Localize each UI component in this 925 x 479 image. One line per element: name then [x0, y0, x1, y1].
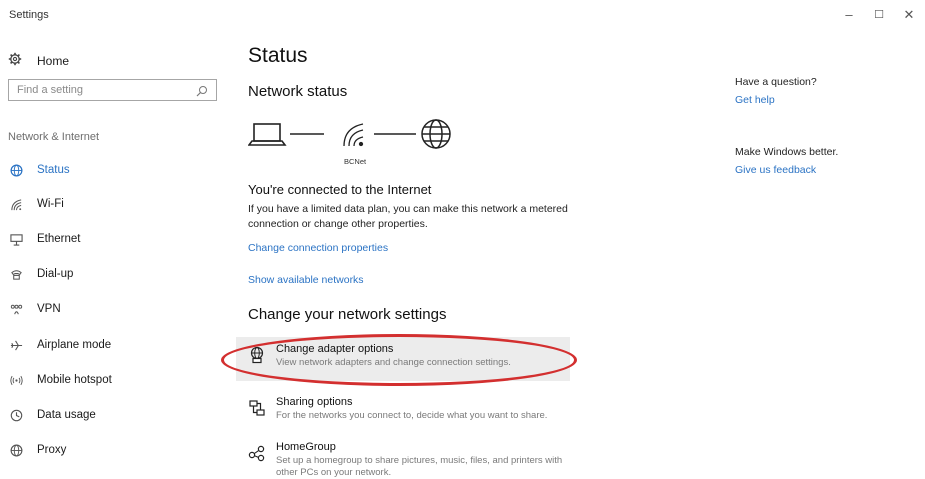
connection-status-description: If you have a limited data plan, you can…: [248, 203, 568, 230]
maximize-button[interactable]: ☐: [868, 6, 890, 24]
search-icon: [196, 84, 208, 97]
sidebar-item-wifi[interactable]: Wi-Fi: [8, 194, 64, 214]
close-button[interactable]: ✕: [898, 6, 920, 24]
wifi-icon: [8, 196, 24, 212]
dialup-icon: [8, 266, 24, 282]
option-title: HomeGroup: [276, 441, 336, 453]
change-settings-heading: Change your network settings: [248, 306, 447, 323]
connection-status-title: You're connected to the Internet: [248, 182, 432, 197]
wifi-icon: [343, 123, 364, 147]
make-windows-better-text: Make Windows better.: [735, 146, 839, 158]
show-available-networks-link[interactable]: Show available networks: [248, 274, 364, 286]
change-connection-properties-link[interactable]: Change connection properties: [248, 242, 388, 254]
sidebar-item-status[interactable]: Status: [8, 160, 70, 180]
sidebar-item-dialup[interactable]: Dial-up: [8, 264, 73, 284]
ethernet-icon: [8, 231, 24, 247]
globe-icon: [8, 442, 24, 458]
give-feedback-link[interactable]: Give us feedback: [735, 164, 816, 176]
sidebar-item-label: Airplane mode: [37, 339, 112, 351]
sidebar-item-label: Dial-up: [37, 268, 74, 280]
sidebar-item-ethernet[interactable]: Ethernet: [8, 229, 80, 249]
sidebar-item-label: Status: [37, 164, 70, 176]
globe-icon: [421, 119, 451, 149]
sidebar-item-vpn[interactable]: VPN: [8, 299, 61, 319]
sidebar-item-proxy[interactable]: Proxy: [8, 440, 66, 460]
sharing-icon: [248, 399, 268, 419]
home-nav-item[interactable]: Home: [8, 52, 69, 69]
get-help-link[interactable]: Get help: [735, 94, 775, 106]
app-title: Settings: [9, 9, 49, 21]
home-label: Home: [37, 53, 70, 68]
sidebar-item-label: Ethernet: [37, 233, 81, 245]
globe-icon: [8, 162, 24, 178]
airplane-icon: [8, 337, 24, 353]
sidebar-item-label: VPN: [37, 303, 61, 315]
sidebar-item-airplane-mode[interactable]: Airplane mode: [8, 335, 111, 355]
section-label: Network & Internet: [8, 131, 100, 143]
sidebar-item-label: Mobile hotspot: [37, 374, 112, 386]
sidebar-item-data-usage[interactable]: Data usage: [8, 405, 96, 425]
option-description: For the networks you connect to, decide …: [276, 410, 548, 421]
network-status-heading: Network status: [248, 83, 348, 100]
homegroup-icon: [248, 444, 268, 464]
vpn-icon: [8, 301, 24, 317]
page-title: Status: [248, 44, 308, 67]
hotspot-icon: [8, 372, 24, 388]
option-title: Change adapter options: [276, 343, 394, 355]
sidebar: Home Find a setting Network & Internet S…: [0, 30, 225, 477]
network-name: BCNet: [344, 157, 367, 166]
change-adapter-options-item[interactable]: Change adapter options View network adap…: [236, 337, 570, 381]
minimize-button[interactable]: –: [838, 6, 860, 24]
laptop-icon: [247, 123, 287, 146]
sharing-options-item[interactable]: Sharing options For the networks you con…: [236, 390, 570, 434]
data-usage-icon: [8, 407, 24, 423]
sidebar-item-label: Data usage: [37, 409, 96, 421]
search-placeholder: Find a setting: [17, 84, 84, 96]
option-description: Set up a homegroup to share pictures, mu…: [276, 455, 563, 478]
gear-icon: [8, 52, 24, 69]
option-description: View network adapters and change connect…: [276, 357, 511, 368]
option-title: Sharing options: [276, 396, 353, 408]
sidebar-item-mobile-hotspot[interactable]: Mobile hotspot: [8, 370, 112, 390]
search-input[interactable]: Find a setting: [8, 79, 217, 101]
sidebar-item-label: Proxy: [37, 444, 67, 456]
homegroup-item[interactable]: HomeGroup Set up a homegroup to share pi…: [236, 435, 570, 479]
title-bar: Settings – ☐ ✕: [0, 0, 925, 30]
sidebar-item-label: Wi-Fi: [37, 198, 64, 210]
question-text: Have a question?: [735, 76, 817, 88]
adapter-icon: [248, 346, 268, 366]
